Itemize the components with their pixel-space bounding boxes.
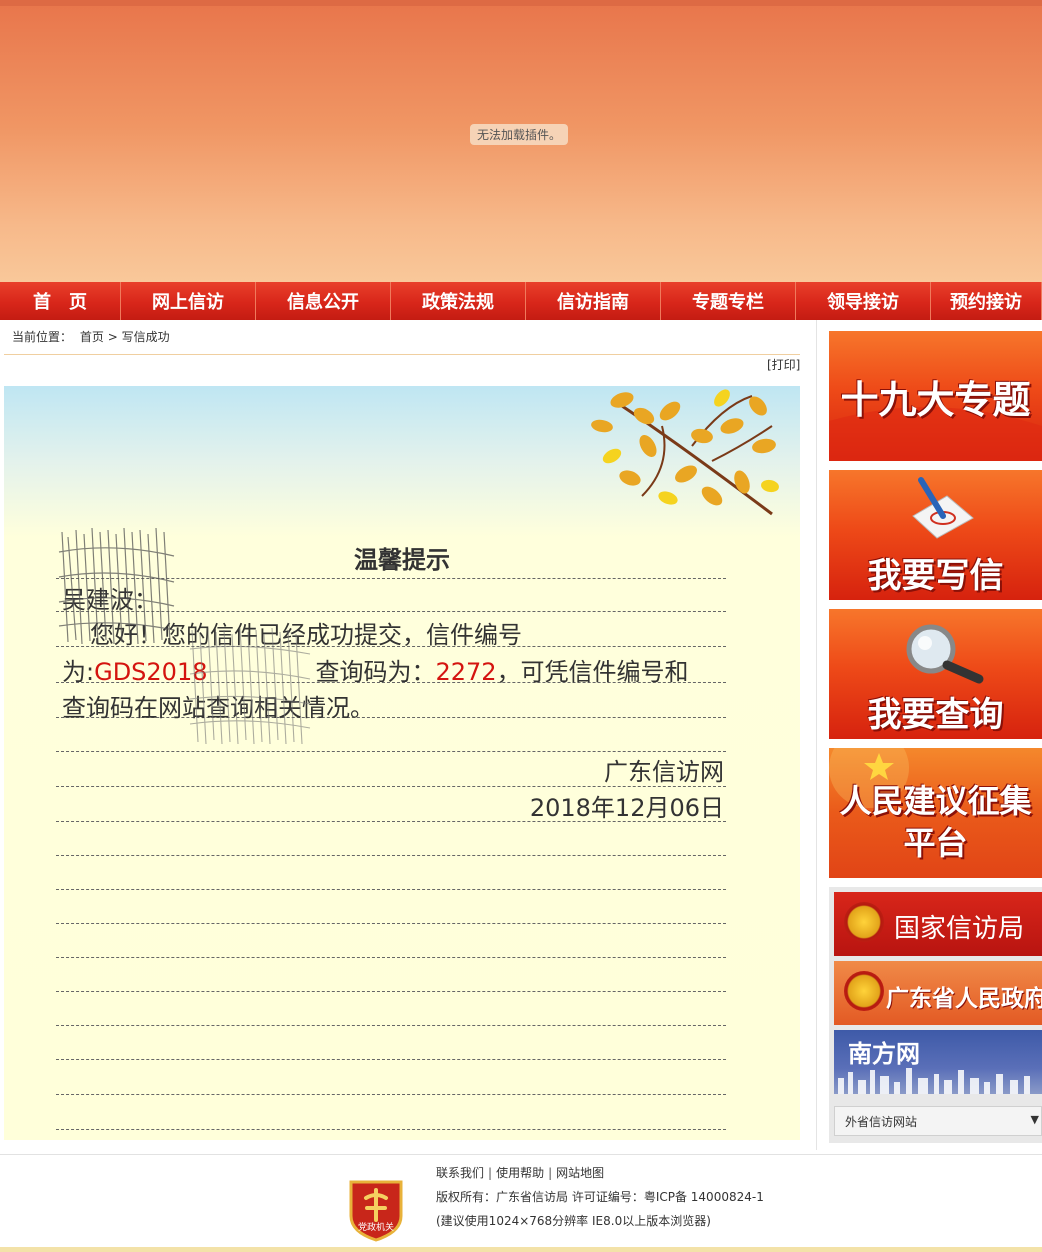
link-label: 南方网 — [848, 1039, 920, 1068]
ruled-line — [56, 991, 726, 992]
link-guangdong-gov[interactable]: 广东省人民政府 — [834, 961, 1042, 1025]
card-label: 我要查询 — [867, 695, 1004, 735]
government-badge-icon[interactable]: 党政机关 — [347, 1176, 405, 1242]
letter-line-2-prefix: 为: — [62, 658, 95, 686]
ruled-line — [56, 1025, 726, 1026]
nav-item-7[interactable]: 预约接访 — [931, 282, 1042, 320]
breadcrumb: 当前位置： 首页 > 写信成功 — [12, 328, 170, 345]
plugin-error-message: 无法加载插件。 — [470, 124, 569, 145]
nav-item-0[interactable]: 首 页 — [0, 282, 121, 320]
card-label-line2: 平台 — [903, 824, 968, 862]
breadcrumb-separator: > — [107, 330, 118, 344]
ruled-line — [56, 855, 726, 856]
ruled-line — [56, 923, 726, 924]
header-banner: 无法加载插件。 — [0, 0, 1042, 282]
banner-top-line — [0, 0, 1042, 6]
card-query[interactable]: 我要查询 — [829, 609, 1042, 739]
nav-item-5[interactable]: 专题专栏 — [661, 282, 796, 320]
ruled-line — [56, 889, 726, 890]
query-code: 2272 — [435, 658, 497, 686]
print-link[interactable]: [打印] — [767, 356, 800, 373]
card-write-letter[interactable]: 我要写信 — [829, 470, 1042, 600]
ruled-line — [56, 1129, 726, 1130]
letter-line-2-suffix: ，可凭信件编号和 — [496, 658, 689, 686]
nav-item-6[interactable]: 领导接访 — [796, 282, 931, 320]
city-skyline-icon — [838, 1068, 1030, 1094]
footer-link-sitemap[interactable]: 网站地图 — [556, 1166, 604, 1180]
select-value: 外省信访网站 — [845, 1115, 918, 1129]
link-national-bureau[interactable]: 国家信访局 — [834, 892, 1042, 956]
redaction-scribble — [58, 527, 175, 645]
breadcrumb-home-link[interactable]: 首页 — [80, 330, 104, 344]
nav-item-1[interactable]: 网上信访 — [121, 282, 256, 320]
footer-browser-note: (建议使用1024×768分辨率 IE8.0以上版本浏览器) — [436, 1214, 711, 1228]
link-label: 广东省人民政府 — [886, 985, 1042, 1012]
breadcrumb-prefix: 当前位置： — [12, 330, 73, 344]
chevron-down-icon: ▼ — [1030, 1113, 1039, 1126]
footer-link-contact[interactable]: 联系我们 — [436, 1166, 484, 1180]
footer-copyright: 版权所有：广东省信访局 许可证编号：粤ICP备 14000824-1 — [436, 1190, 764, 1204]
letter-panel: 温馨提示 吴建波： 您好！您的信件已经成功提交，信件编号 为:GDS2018 查询… — [4, 386, 800, 1140]
ruled-line — [56, 1094, 726, 1095]
national-emblem-icon — [844, 971, 884, 1011]
nav-item-3[interactable]: 政策法规 — [391, 282, 526, 320]
footer-bottom-bar — [0, 1247, 1042, 1252]
ruled-line — [56, 1059, 726, 1060]
card-label: 十九大专题 — [840, 377, 1031, 422]
letter-line-2-middle: 查询码为： — [315, 658, 436, 686]
redaction-scribble — [189, 627, 311, 745]
pen-letter-icon — [912, 477, 974, 539]
link-label: 国家信访局 — [894, 914, 1025, 944]
autumn-leaves-icon — [591, 389, 779, 516]
main-nav: 首 页网上信访 信息公开 政策法规 信访指南 专题专栏 领导接访 预约接访 — [0, 282, 1042, 320]
letter-signature: 广东信访网 — [604, 758, 724, 786]
link-nanfang[interactable]: 南方网 — [834, 1030, 1042, 1094]
footer-link-help[interactable]: 使用帮助 — [496, 1166, 544, 1180]
letter-line-2: 为:GDS2018 查询码为：2272，可凭信件编号和 — [62, 652, 689, 687]
nav-item-4[interactable]: 信访指南 — [526, 282, 661, 320]
card-people-suggestion[interactable]: 人民建议征集 平台 — [829, 748, 1042, 878]
nav-item-2[interactable]: 信息公开 — [256, 282, 391, 320]
other-province-select[interactable]: 外省信访网站 ▼ — [834, 1106, 1042, 1136]
external-links-box: 国家信访局 广东省人民政府 南方网 外省信访网站 ▼ — [829, 887, 1042, 1143]
breadcrumb-divider — [4, 354, 800, 355]
card-label: 我要写信 — [867, 556, 1004, 596]
breadcrumb-current: 写信成功 — [121, 330, 170, 344]
card-19th-congress[interactable]: 十九大专题 — [829, 331, 1042, 461]
footer-divider — [0, 1154, 1042, 1155]
card-label-line1: 人民建议征集 — [839, 782, 1032, 820]
sidebar-divider — [816, 320, 817, 1150]
footer-links: 联系我们 | 使用帮助 | 网站地图 — [436, 1166, 605, 1180]
ruled-line — [56, 957, 726, 958]
badge-label: 党政机关 — [358, 1221, 394, 1233]
letter-date: 2018年12月06日 — [529, 794, 724, 822]
magnifier-icon — [906, 624, 984, 684]
national-emblem-icon — [844, 902, 884, 942]
